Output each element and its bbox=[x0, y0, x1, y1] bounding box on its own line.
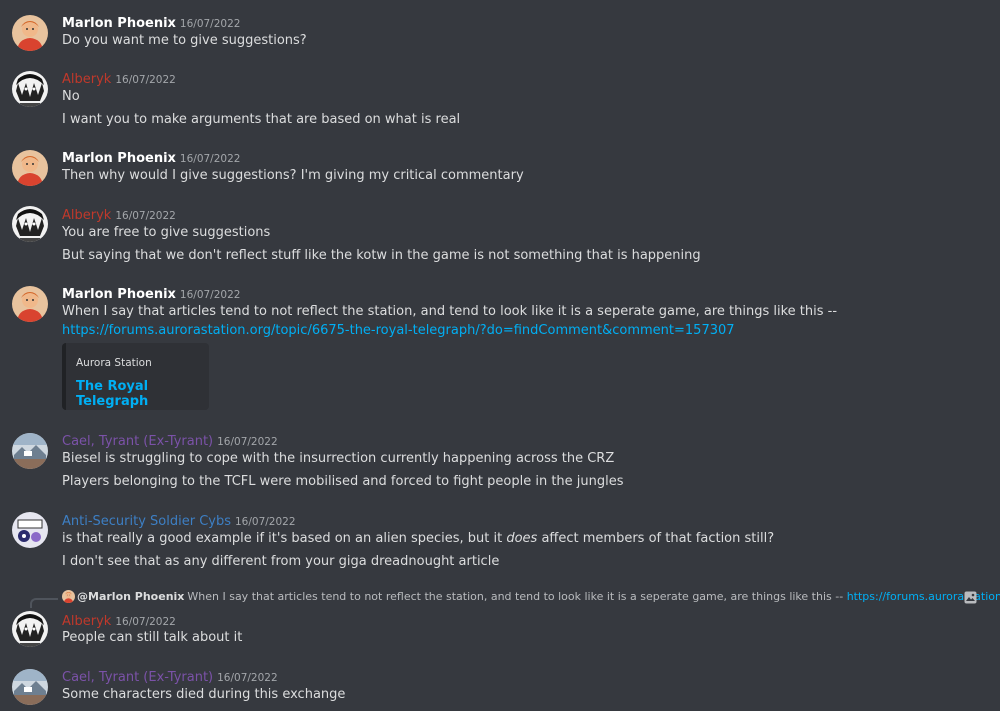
avatar[interactable] bbox=[12, 433, 48, 469]
avatar[interactable] bbox=[12, 611, 48, 647]
message-text: Biesel is struggling to cope with the in… bbox=[62, 451, 615, 466]
avatar[interactable] bbox=[12, 669, 48, 705]
author-name[interactable]: Marlon Phoenix bbox=[62, 16, 176, 31]
message-header: Marlon Phoenix 16/07/2022 bbox=[62, 284, 240, 304]
message-text: No bbox=[62, 89, 80, 104]
text-segment: affect members of that faction still? bbox=[537, 531, 775, 546]
avatar[interactable] bbox=[12, 286, 48, 322]
reply-mention[interactable]: @Marlon Phoenix bbox=[77, 590, 184, 603]
embed-provider[interactable]: Aurora Station bbox=[76, 357, 152, 369]
author-name[interactable]: Alberyk bbox=[62, 72, 111, 87]
message-text: Players belonging to the TCFL were mobil… bbox=[62, 474, 624, 489]
author-name[interactable]: Cael, Tyrant (Ex-Tyrant) bbox=[62, 670, 213, 685]
reply-preview-link[interactable]: https://forums.aurorastation.org/to... bbox=[847, 590, 1000, 603]
message-text: But saying that we don't reflect stuff l… bbox=[62, 248, 701, 263]
author-name[interactable]: Anti-Security Soldier Cybs bbox=[62, 514, 231, 529]
image-icon bbox=[964, 591, 977, 604]
message-text: People can still talk about it bbox=[62, 630, 243, 645]
reply-avatar bbox=[62, 590, 75, 603]
timestamp[interactable]: 16/07/2022 bbox=[115, 616, 176, 628]
author-name[interactable]: Cael, Tyrant (Ex-Tyrant) bbox=[62, 434, 213, 449]
message-header: Alberyk 16/07/2022 bbox=[62, 205, 176, 225]
timestamp[interactable]: 16/07/2022 bbox=[217, 436, 278, 448]
timestamp[interactable]: 16/07/2022 bbox=[217, 672, 278, 684]
message-text: Some characters died during this exchang… bbox=[62, 687, 346, 702]
author-name[interactable]: Alberyk bbox=[62, 614, 111, 629]
message-text: You are free to give suggestions bbox=[62, 225, 271, 240]
avatar[interactable] bbox=[12, 71, 48, 107]
emphasis-text: does bbox=[506, 531, 538, 546]
text-segment: is that really a good example if it's ba… bbox=[62, 531, 507, 546]
message-text: When I say that articles tend to not ref… bbox=[62, 304, 838, 319]
message-text: Then why would I give suggestions? I'm g… bbox=[62, 168, 524, 183]
message-text: I want you to make arguments that are ba… bbox=[62, 112, 461, 127]
timestamp[interactable]: 16/07/2022 bbox=[180, 153, 241, 165]
author-name[interactable]: Alberyk bbox=[62, 208, 111, 223]
message-header: Cael, Tyrant (Ex-Tyrant) 16/07/2022 bbox=[62, 667, 278, 687]
message-header: Marlon Phoenix 16/07/2022 bbox=[62, 13, 240, 33]
timestamp[interactable]: 16/07/2022 bbox=[115, 210, 176, 222]
avatar[interactable] bbox=[12, 206, 48, 242]
message-text: Do you want me to give suggestions? bbox=[62, 33, 307, 48]
timestamp[interactable]: 16/07/2022 bbox=[180, 289, 241, 301]
avatar[interactable] bbox=[12, 512, 48, 548]
timestamp[interactable]: 16/07/2022 bbox=[235, 516, 296, 528]
reply-preview-text: When I say that articles tend to not ref… bbox=[187, 590, 844, 603]
author-name[interactable]: Marlon Phoenix bbox=[62, 287, 176, 302]
message-link[interactable]: https://forums.aurorastation.org/topic/6… bbox=[62, 322, 735, 340]
author-name[interactable]: Marlon Phoenix bbox=[62, 151, 176, 166]
link-embed: Aurora Station The Royal Telegraph bbox=[62, 343, 209, 410]
message-header: Alberyk 16/07/2022 bbox=[62, 69, 176, 89]
message-header: Alberyk 16/07/2022 bbox=[62, 611, 176, 631]
reply-context[interactable]: @Marlon Phoenix When I say that articles … bbox=[62, 590, 1000, 608]
timestamp[interactable]: 16/07/2022 bbox=[115, 74, 176, 86]
message-header: Cael, Tyrant (Ex-Tyrant) 16/07/2022 bbox=[62, 431, 278, 451]
message-header: Marlon Phoenix 16/07/2022 bbox=[62, 148, 240, 168]
avatar[interactable] bbox=[12, 150, 48, 186]
reply-spine bbox=[30, 598, 58, 608]
message-header: Anti-Security Soldier Cybs 16/07/2022 bbox=[62, 511, 296, 531]
timestamp[interactable]: 16/07/2022 bbox=[180, 18, 241, 30]
embed-title[interactable]: The Royal Telegraph bbox=[76, 379, 209, 409]
message-text: is that really a good example if it's ba… bbox=[62, 530, 774, 548]
avatar[interactable] bbox=[12, 15, 48, 51]
message-text: I don't see that as any different from y… bbox=[62, 554, 500, 569]
